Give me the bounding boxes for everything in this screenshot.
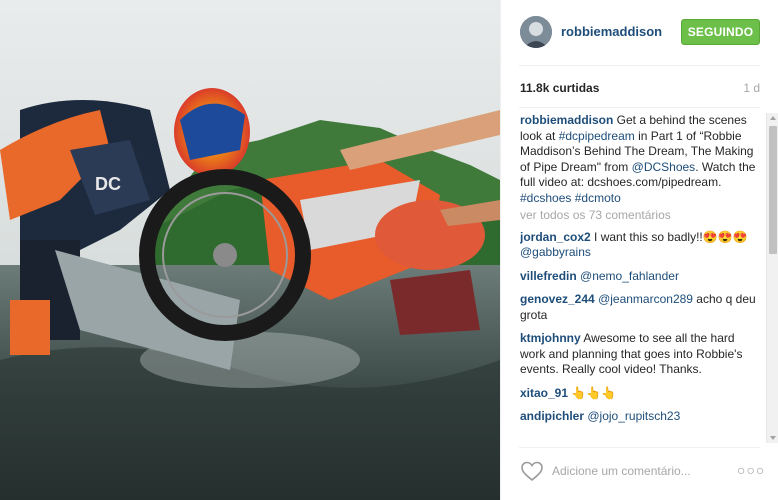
comment-item: andipichler @jojo_rupitsch23	[520, 409, 758, 425]
mention-link[interactable]: @gabbyrains	[520, 245, 591, 259]
motocross-river-photo: DC	[0, 0, 500, 500]
avatar[interactable]	[520, 16, 552, 48]
comment-item: genovez_244 @jeanmarcon289 acho q deu gr…	[520, 292, 758, 323]
mention-link[interactable]: @jojo_rupitsch23	[587, 409, 680, 423]
hashtag-link[interactable]: #dcshoes	[520, 191, 571, 205]
mention-link[interactable]: @DCShoes	[632, 160, 696, 174]
heart-icon[interactable]	[520, 460, 544, 482]
likes-count[interactable]: 11.8k curtidas	[520, 81, 599, 95]
scroll-up-arrow-icon[interactable]	[770, 116, 776, 120]
comment-username[interactable]: villefredin	[520, 269, 577, 283]
post-time[interactable]: 1 d	[743, 81, 760, 95]
divider	[519, 107, 760, 108]
comments-scrollbar[interactable]	[766, 113, 778, 443]
comment-item: jordan_cox2 I want this so badly!!😍😍😍 @g…	[520, 230, 758, 261]
comment-text: I want this so badly!!😍😍😍	[590, 229, 748, 244]
comment-item: xitao_91 👆👆👆	[520, 386, 758, 402]
mention-link[interactable]: @nemo_fahlander	[580, 269, 679, 283]
post-header: robbiemaddison SEGUINDO	[501, 0, 778, 66]
comment-item: ktmjohnny Awesome to see all the hard wo…	[520, 331, 758, 378]
hashtag-link[interactable]: #dcpipedream	[559, 129, 635, 143]
caption: robbiemaddison Get a behind the scenes l…	[520, 113, 758, 206]
hashtag-link[interactable]: #dcmoto	[575, 191, 621, 205]
comment-username[interactable]: jordan_cox2	[520, 230, 591, 244]
post-details-panel: robbiemaddison SEGUINDO 11.8k curtidas 1…	[500, 0, 778, 500]
comment-username[interactable]: ktmjohnny	[520, 331, 581, 345]
comment-text: 👆👆👆	[568, 385, 617, 400]
comment-username[interactable]: xitao_91	[520, 386, 568, 400]
post-photo[interactable]: DC	[0, 0, 500, 500]
caption-username[interactable]: robbiemaddison	[520, 113, 613, 127]
username-link[interactable]: robbiemaddison	[561, 24, 662, 39]
comment-username[interactable]: genovez_244	[520, 292, 595, 306]
mention-link[interactable]: @jeanmarcon289	[598, 292, 693, 306]
view-all-comments-link[interactable]: ver todos os 73 comentários	[520, 208, 758, 224]
scrollbar-thumb[interactable]	[769, 126, 777, 254]
following-button[interactable]: SEGUINDO	[681, 19, 760, 45]
avatar-image	[520, 16, 552, 48]
divider	[519, 65, 760, 66]
more-options-icon[interactable]: ○○○	[737, 462, 764, 478]
comment-item: villefredin @nemo_fahlander	[520, 269, 758, 285]
scroll-down-arrow-icon[interactable]	[770, 436, 776, 440]
divider	[519, 447, 760, 448]
svg-text:DC: DC	[95, 174, 121, 194]
post-stats: 11.8k curtidas 1 d	[520, 81, 760, 99]
comments-list: robbiemaddison Get a behind the scenes l…	[520, 113, 758, 443]
add-comment-input[interactable]	[552, 462, 712, 480]
comment-username[interactable]: andipichler	[520, 409, 584, 423]
